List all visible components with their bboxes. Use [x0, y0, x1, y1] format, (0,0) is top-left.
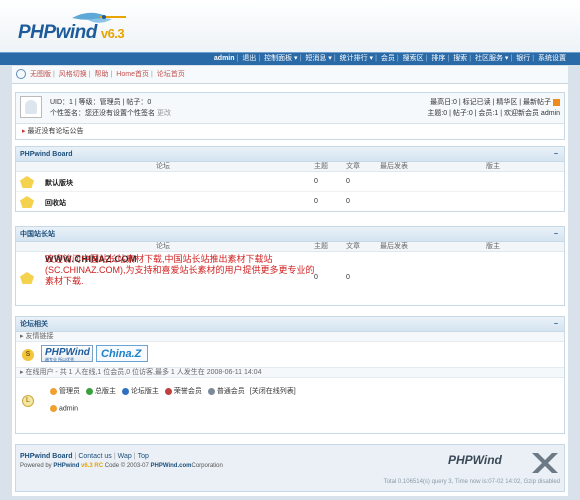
refresh-icon: [16, 69, 26, 80]
forum-name[interactable]: 回收站: [45, 198, 66, 208]
x-logo-icon: [532, 453, 558, 473]
rss-icon[interactable]: [553, 98, 560, 106]
signature-text: 您还没有设置个性签名: [85, 110, 155, 117]
forum-name[interactable]: 默认版块: [45, 178, 73, 188]
site-logo[interactable]: PHPwind v6.3: [18, 22, 125, 44]
online-subheader: ▸ 在线用户 - 共 1 人在线,1 位会员,0 位访客,最多 1 人发生在 2…: [16, 368, 564, 378]
collapse-icon[interactable]: −: [554, 317, 558, 332]
footer-links: PHPwind Board | Contact us | Wap | Top: [20, 453, 149, 460]
announcement-text: 最近没有论坛公告: [27, 128, 84, 135]
user-group-legend: 管理员 总版主 论坛版主 荣誉会员 普通会员 [关闭在线列表]: [46, 386, 296, 396]
subnav-forum-home[interactable]: 论坛首页: [157, 71, 185, 78]
site-header: PHPwind v6.3: [0, 0, 580, 52]
chinaz-link-logo[interactable]: China.Z: [96, 345, 148, 362]
avatar[interactable]: [20, 96, 42, 118]
topnav-sort[interactable]: 排序: [431, 55, 445, 62]
phpwind-link-logo[interactable]: PHPWind 越专业 所以优秀: [41, 345, 93, 362]
table-row: 回收站 0 0: [16, 192, 564, 212]
links-subheader: ▸ 友情链接: [16, 332, 564, 342]
section-title[interactable]: PHPwind Board: [20, 151, 73, 158]
mod-group-icon: [121, 387, 129, 395]
admin-user-icon: [50, 405, 57, 412]
site-stats: 最高日:0 | 标记已读 | 精华区 | 最新帖子 主题:0 | 帖子:0 | …: [427, 97, 560, 119]
topnav-stats[interactable]: 统计排行 ▾: [340, 55, 373, 62]
announcement-bar: ▸ 最近没有论坛公告: [16, 123, 564, 139]
user-stats: UID：1 | 等级：管理员 | 帖子：0 个性签名：您还没有设置个性签名 更改: [50, 97, 171, 119]
folder-icon: [20, 196, 34, 208]
user-line-1: UID：1 | 等级：管理员 | 帖子：0: [50, 99, 152, 106]
online-users: L 管理员 总版主 论坛版主 荣誉会员 普通会员 [关闭在线列表] admin: [16, 378, 564, 433]
topnav-settings[interactable]: 系统设置: [538, 55, 566, 62]
top-navigation: admin | 退出 | 控制面板 ▾ | 短消息 ▾ | 统计排行 ▾ | 会员 | 搜索…: [0, 52, 580, 65]
site-stats-line-1: 最高日:0 | 标记已读 | 精华区 | 最新帖子: [427, 97, 560, 108]
folder-icon: [20, 176, 34, 188]
forum-section-related: 论坛相关 − ▸ 友情链接 S PHPWind 越专业 所以优秀 China.Z …: [15, 316, 565, 434]
topnav-search-area[interactable]: 搜索区: [403, 55, 424, 62]
links-badge-icon: S: [22, 349, 34, 361]
table-row: WWW.CHINAZ.COM 欢迎访问中国站长站素材下载,中国站长站推出素材下载…: [16, 252, 564, 304]
footer-top-link[interactable]: Top: [138, 453, 149, 460]
footer-logo: PHPWind: [448, 453, 502, 467]
debug-info: Total 0.106514(s) query 3, Time now is:0…: [383, 479, 560, 485]
table-row: 默认版块 0 0: [16, 172, 564, 192]
online-users-icon: L: [22, 395, 34, 407]
section-header: 中国站长站 −: [16, 227, 564, 242]
topnav-logout[interactable]: 退出: [242, 55, 256, 62]
site-stats-line-2: 主题:0 | 帖子:0 | 会员:1 | 欢迎新会员 admin: [427, 110, 560, 117]
close-online-list-link[interactable]: [关闭在线列表]: [250, 388, 296, 395]
table-header: 论坛 主题 文章 最后发表 版主: [16, 162, 564, 172]
avatar-placeholder-icon: [25, 100, 37, 114]
honor-group-icon: [164, 387, 172, 395]
section-title[interactable]: 论坛相关: [20, 321, 48, 328]
footer-board-link[interactable]: PHPwind Board: [20, 453, 73, 460]
footer-contact-link[interactable]: Contact us: [78, 453, 111, 460]
super-mod-group-icon: [85, 387, 93, 395]
sub-navigation: 无图版 | 风格切换 | 帮助 | Home首页 | 论坛首页: [12, 66, 568, 84]
footer-wap-link[interactable]: Wap: [118, 453, 132, 460]
subnav-style-switch[interactable]: 风格切换: [59, 71, 87, 78]
forum-page: PHPwind v6.3 admin | 退出 | 控制面板 ▾ | 短消息 ▾ | 统计…: [0, 0, 580, 500]
subnav-home[interactable]: Home首页: [116, 71, 149, 78]
table-header: 论坛 主题 文章 最后发表 版主: [16, 242, 564, 252]
section-title[interactable]: 中国站长站: [20, 231, 55, 238]
collapse-icon[interactable]: −: [554, 227, 558, 242]
online-user-entry: admin: [46, 405, 78, 412]
site-footer: PHPwind Board | Contact us | Wap | Top Powered…: [15, 444, 565, 492]
topnav-messages[interactable]: 短消息 ▾: [305, 55, 331, 62]
topnav-control-panel[interactable]: 控制面板 ▾: [264, 55, 297, 62]
section-header: 论坛相关 −: [16, 317, 564, 332]
folder-icon: [20, 272, 34, 284]
admin-group-icon: [50, 387, 57, 395]
logo-name: PHPwind: [18, 22, 97, 43]
powered-by: Powered by PHPwind v6.3 RC Code © 2003-0…: [20, 463, 223, 469]
forum-section-phpwind: PHPwind Board − 论坛 主题 文章 最后发表 版主 默认版块 0 …: [15, 146, 565, 212]
subnav-help[interactable]: 帮助: [95, 71, 109, 78]
friend-links: S PHPWind 越专业 所以优秀 China.Z: [16, 342, 564, 368]
collapse-icon[interactable]: −: [554, 147, 558, 162]
topnav-bank[interactable]: 银行: [516, 55, 530, 62]
user-line-2: 个性签名：您还没有设置个性签名 更改: [50, 110, 171, 117]
section-header: PHPwind Board −: [16, 147, 564, 162]
user-info-panel: UID：1 | 等级：管理员 | 帖子：0 个性签名：您还没有设置个性签名 更改…: [15, 92, 565, 140]
online-username[interactable]: admin: [59, 405, 78, 412]
subnav-no-image[interactable]: 无图版: [30, 71, 51, 78]
member-group-icon: [207, 387, 215, 395]
topnav-search[interactable]: 搜索: [453, 55, 467, 62]
signature-edit-link[interactable]: 更改: [157, 110, 171, 117]
topnav-community[interactable]: 社区服务 ▾: [475, 55, 508, 62]
logo-version: v6.3: [100, 26, 125, 41]
main-content: 无图版 | 风格切换 | 帮助 | Home首页 | 论坛首页 UID：1 | 等级：管…: [12, 66, 568, 496]
forum-section-chinaz: 中国站长站 − 论坛 主题 文章 最后发表 版主 WWW.CHINAZ.COM …: [15, 226, 565, 306]
arrow-right-icon: ▸: [22, 128, 26, 135]
topnav-members[interactable]: 会员: [381, 55, 395, 62]
topnav-user[interactable]: admin: [214, 55, 235, 62]
